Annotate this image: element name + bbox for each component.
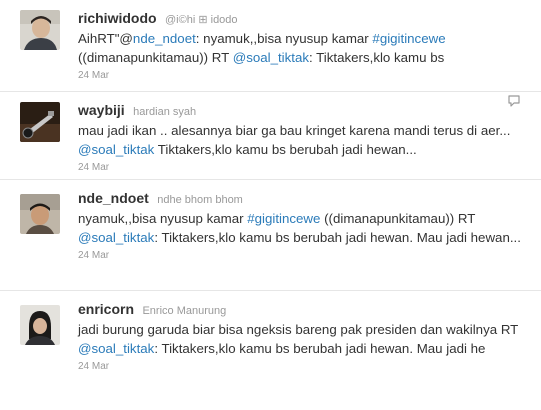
full-name: @i©hi ⊞ idodo <box>165 14 238 26</box>
timestamp[interactable]: 24 Mar <box>78 70 528 81</box>
timestamp[interactable]: 24 Mar <box>78 162 528 173</box>
mention-link[interactable]: @soal_tiktak <box>78 230 154 245</box>
full-name: ndhe bhom bhom <box>157 194 243 206</box>
tweet-text: AihRT"@nde_ndoet: nyamuk,,bisa nyusup ka… <box>78 29 528 67</box>
avatar[interactable] <box>20 194 60 234</box>
tweet-text: nyamuk,,bisa nyusup kamar #gigitincewe (… <box>78 209 528 247</box>
text-segment: : Tiktakers,klo kamu bs berubah jadi hew… <box>154 341 486 356</box>
tweet-item[interactable]: enricorn Enrico Manurung jadi burung gar… <box>0 291 541 410</box>
full-name: Enrico Manurung <box>142 305 227 317</box>
text-segment: ((dimanapunkitamau)) RT <box>78 50 233 65</box>
tweet-item[interactable]: richiwidodo @i©hi ⊞ idodo AihRT"@nde_ndo… <box>0 0 541 92</box>
hashtag-link[interactable]: #gigitincewe <box>372 31 445 46</box>
screen-name[interactable]: nde_ndoet <box>78 190 149 206</box>
text-segment: : Tiktakers,klo kamu bs <box>309 50 445 65</box>
avatar[interactable] <box>20 102 60 142</box>
avatar[interactable] <box>20 305 60 345</box>
timestamp[interactable]: 24 Mar <box>78 361 528 372</box>
screen-name[interactable]: richiwidodo <box>78 10 157 26</box>
mention-link[interactable]: nde_ndoet <box>133 31 196 46</box>
tweet-text: mau jadi ikan .. alesannya biar ga bau k… <box>78 121 528 159</box>
full-name: hardian syah <box>133 106 197 118</box>
tweet-item[interactable]: nde_ndoet ndhe bhom bhom nyamuk,,bisa ny… <box>0 180 541 291</box>
screen-name[interactable]: enricorn <box>78 301 134 317</box>
text-segment: : Tiktakers,klo kamu bs berubah jadi hew… <box>154 230 521 245</box>
tweet-item[interactable]: waybiji hardian syah mau jadi ikan .. al… <box>0 92 541 180</box>
tweet-timeline: richiwidodo @i©hi ⊞ idodo AihRT"@nde_ndo… <box>0 0 541 410</box>
tweet-text: jadi burung garuda biar bisa ngeksis bar… <box>78 320 528 358</box>
screen-name[interactable]: waybiji <box>78 102 125 118</box>
text-segment: ((dimanapunkitamau)) RT <box>320 211 476 226</box>
avatar[interactable] <box>20 10 60 50</box>
hashtag-link[interactable]: #gigitincewe <box>247 211 320 226</box>
text-segment: nyamuk,,bisa nyusup kamar <box>78 211 248 226</box>
reply-icon[interactable] <box>507 94 521 108</box>
mention-link[interactable]: @soal_tiktak <box>233 50 309 65</box>
text-segment: mau jadi ikan .. alesannya biar ga bau k… <box>78 123 511 138</box>
text-segment: Tiktakers,klo kamu bs berubah jadi hewan… <box>154 142 417 157</box>
text-segment: AihRT"@ <box>78 31 133 46</box>
text-segment: jadi burung garuda biar bisa ngeksis bar… <box>78 322 519 337</box>
mention-link[interactable]: @soal_tiktak <box>78 142 154 157</box>
mention-link[interactable]: @soal_tiktak <box>78 341 154 356</box>
timestamp[interactable]: 24 Mar <box>78 250 528 261</box>
text-segment: : nyamuk,,bisa nyusup kamar <box>195 31 373 46</box>
